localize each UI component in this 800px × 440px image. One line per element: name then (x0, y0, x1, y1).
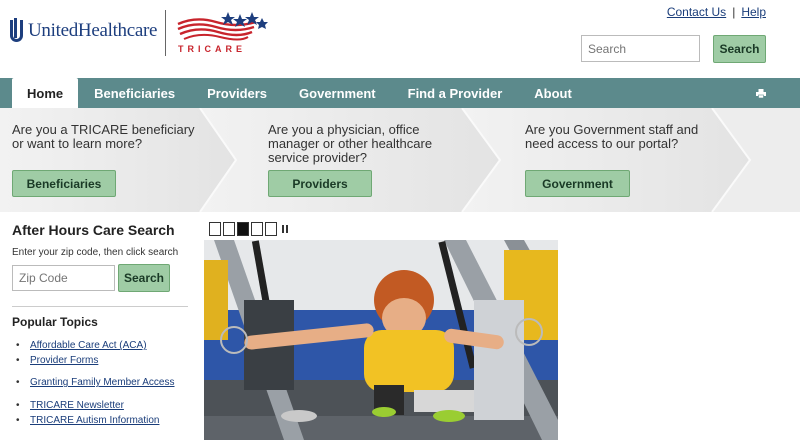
logo-divider (165, 10, 166, 56)
beneficiaries-button[interactable]: Beneficiaries (12, 170, 116, 197)
list-item: TRICARE Autism Information (16, 415, 159, 426)
zip-instruction: Enter your zip code, then click search (12, 247, 179, 258)
nav-tab-find-a-provider[interactable]: Find a Provider (392, 78, 519, 108)
topic-link-newsletter[interactable]: TRICARE Newsletter (30, 400, 124, 411)
popular-topics-title: Popular Topics (12, 315, 98, 329)
carousel-dot-2[interactable] (223, 222, 235, 236)
carousel-dot-1[interactable] (209, 222, 221, 236)
zip-search-button[interactable]: Search (118, 264, 170, 292)
link-separator: | (732, 5, 736, 19)
tricare-logo-text: TRICARE (178, 44, 246, 54)
list-item: Provider Forms (16, 355, 98, 366)
contact-us-link[interactable]: Contact Us (667, 5, 726, 19)
site-search-button[interactable]: Search (713, 35, 766, 63)
audience-banner: Are you a TRICARE beneficiary or want to… (0, 108, 800, 212)
nav-tab-government[interactable]: Government (283, 78, 392, 108)
utility-links: Contact Us | Help (667, 5, 766, 19)
topic-link-aca[interactable]: Affordable Care Act (ACA) (30, 340, 147, 351)
unitedhealthcare-logo[interactable]: UnitedHealthcare (10, 18, 157, 44)
list-item: TRICARE Newsletter (16, 400, 124, 411)
hero-image (204, 240, 558, 440)
uhc-mark-icon (10, 18, 24, 44)
nav-tab-beneficiaries[interactable]: Beneficiaries (78, 78, 191, 108)
main-nav: Home Beneficiaries Providers Government … (0, 78, 800, 108)
zip-code-input[interactable] (12, 265, 115, 291)
nav-tab-about[interactable]: About (518, 78, 588, 108)
audience-provider-question: Are you a physician, office manager or o… (268, 122, 433, 165)
carousel-controls (209, 222, 290, 236)
help-link[interactable]: Help (741, 5, 766, 19)
sidebar: After Hours Care Search Enter your zip c… (0, 212, 190, 440)
providers-button[interactable]: Providers (268, 170, 372, 197)
tricare-flag-icon (177, 12, 268, 41)
site-header: UnitedHealthcare TRICARE Contact Us | He… (0, 0, 800, 78)
audience-beneficiary-question: Are you a TRICARE beneficiary or want to… (12, 122, 195, 151)
topic-link-autism[interactable]: TRICARE Autism Information (30, 415, 159, 426)
list-item: Granting Family Member Access (16, 377, 175, 388)
carousel-dot-4[interactable] (251, 222, 263, 236)
audience-government-question: Are you Government staff and need access… (525, 122, 699, 151)
pause-icon[interactable] (282, 225, 290, 235)
nav-tab-home[interactable]: Home (12, 78, 79, 108)
list-item: Affordable Care Act (ACA) (16, 340, 147, 351)
sidebar-divider (12, 306, 188, 307)
after-hours-title: After Hours Care Search (12, 222, 175, 238)
carousel-dot-3[interactable] (237, 222, 249, 236)
topic-link-family-access[interactable]: Granting Family Member Access (30, 377, 175, 388)
tricare-logo[interactable]: TRICARE (176, 10, 272, 58)
topic-link-provider-forms[interactable]: Provider Forms (30, 355, 98, 366)
government-button[interactable]: Government (525, 170, 630, 197)
printer-icon[interactable] (756, 89, 766, 98)
uhc-logo-text: UnitedHealthcare (28, 20, 158, 41)
nav-tab-providers[interactable]: Providers (191, 78, 283, 108)
carousel-dot-5[interactable] (265, 222, 277, 236)
site-search-input[interactable] (581, 35, 700, 62)
